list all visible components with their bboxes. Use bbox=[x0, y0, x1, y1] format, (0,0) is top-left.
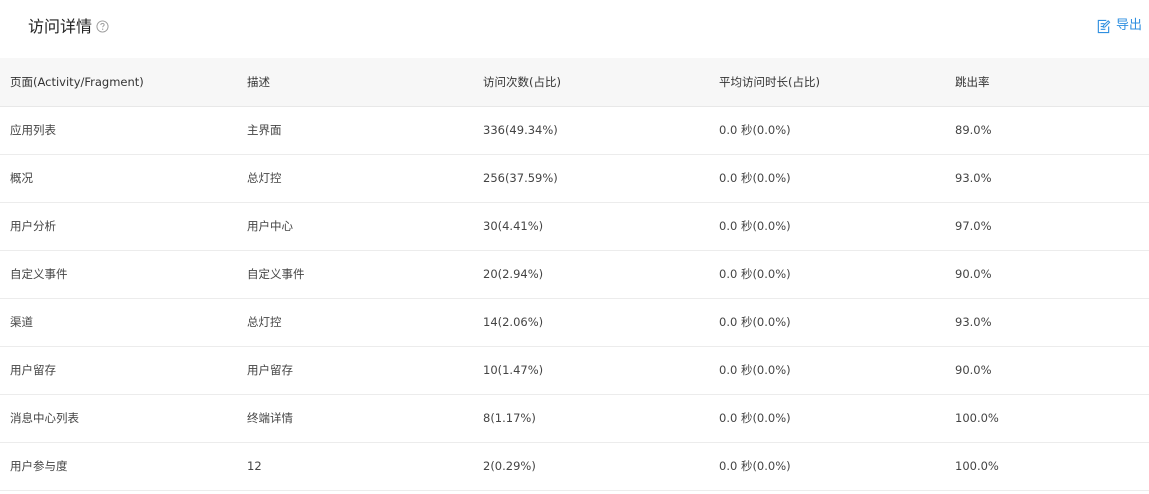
cell-page: 应用列表 bbox=[0, 106, 247, 155]
cell-bounce-rate: 100.0% bbox=[955, 442, 1149, 491]
cell-visits: 14(2.06%) bbox=[483, 298, 719, 347]
export-edit-icon bbox=[1097, 19, 1111, 33]
cell-bounce-rate: 93.0% bbox=[955, 298, 1149, 347]
column-header-description[interactable]: 描述 bbox=[247, 58, 483, 107]
cell-avg-duration: 0.0 秒(0.0%) bbox=[719, 106, 955, 155]
cell-bounce-rate: 90.0% bbox=[955, 250, 1149, 299]
export-label: 导出 bbox=[1115, 18, 1142, 33]
table-header-row: 页面(Activity/Fragment) 描述 访问次数(占比) 平均访问时长… bbox=[0, 58, 1149, 107]
export-button[interactable]: 导出 bbox=[1096, 17, 1142, 35]
cell-visits: 256(37.59%) bbox=[483, 154, 719, 203]
cell-description: 总灯控 bbox=[247, 154, 483, 203]
cell-description: 用户留存 bbox=[247, 346, 483, 395]
cell-visits: 10(1.47%) bbox=[483, 346, 719, 395]
cell-avg-duration: 0.0 秒(0.0%) bbox=[719, 346, 955, 395]
cell-page: 概况 bbox=[0, 154, 247, 203]
cell-avg-duration: 0.0 秒(0.0%) bbox=[719, 250, 955, 299]
column-header-page[interactable]: 页面(Activity/Fragment) bbox=[0, 58, 247, 107]
cell-page: 用户留存 bbox=[0, 346, 247, 395]
cell-bounce-rate: 100.0% bbox=[955, 394, 1149, 443]
cell-avg-duration: 0.0 秒(0.0%) bbox=[719, 442, 955, 491]
cell-visits: 336(49.34%) bbox=[483, 106, 719, 155]
panel-header: 访问详情 导出 bbox=[0, 0, 1149, 58]
cell-description: 12 bbox=[247, 442, 483, 491]
cell-visits: 8(1.17%) bbox=[483, 394, 719, 443]
table-row: 用户分析 用户中心 30(4.41%) 0.0 秒(0.0%) 97.0% bbox=[0, 202, 1149, 251]
cell-page: 用户分析 bbox=[0, 202, 247, 251]
cell-bounce-rate: 93.0% bbox=[955, 154, 1149, 203]
visit-detail-table: 页面(Activity/Fragment) 描述 访问次数(占比) 平均访问时长… bbox=[0, 58, 1149, 491]
column-header-bounce-rate[interactable]: 跳出率 bbox=[955, 58, 1149, 107]
cell-page: 自定义事件 bbox=[0, 250, 247, 299]
cell-visits: 30(4.41%) bbox=[483, 202, 719, 251]
column-header-visits[interactable]: 访问次数(占比) bbox=[483, 58, 719, 107]
question-circle-icon[interactable] bbox=[96, 20, 109, 33]
cell-description: 终端详情 bbox=[247, 394, 483, 443]
cell-bounce-rate: 97.0% bbox=[955, 202, 1149, 251]
cell-description: 自定义事件 bbox=[247, 250, 483, 299]
table-row: 自定义事件 自定义事件 20(2.94%) 0.0 秒(0.0%) 90.0% bbox=[0, 250, 1149, 299]
column-header-avg-duration[interactable]: 平均访问时长(占比) bbox=[719, 58, 955, 107]
cell-bounce-rate: 90.0% bbox=[955, 346, 1149, 395]
table-row: 用户留存 用户留存 10(1.47%) 0.0 秒(0.0%) 90.0% bbox=[0, 346, 1149, 395]
table-row: 渠道 总灯控 14(2.06%) 0.0 秒(0.0%) 93.0% bbox=[0, 298, 1149, 347]
table-row: 应用列表 主界面 336(49.34%) 0.0 秒(0.0%) 89.0% bbox=[0, 106, 1149, 155]
cell-page: 渠道 bbox=[0, 298, 247, 347]
cell-visits: 2(0.29%) bbox=[483, 442, 719, 491]
cell-avg-duration: 0.0 秒(0.0%) bbox=[719, 202, 955, 251]
table-row: 概况 总灯控 256(37.59%) 0.0 秒(0.0%) 93.0% bbox=[0, 154, 1149, 203]
cell-page: 消息中心列表 bbox=[0, 394, 247, 443]
cell-description: 总灯控 bbox=[247, 298, 483, 347]
cell-visits: 20(2.94%) bbox=[483, 250, 719, 299]
cell-description: 主界面 bbox=[247, 106, 483, 155]
cell-page: 用户参与度 bbox=[0, 442, 247, 491]
cell-avg-duration: 0.0 秒(0.0%) bbox=[719, 394, 955, 443]
cell-description: 用户中心 bbox=[247, 202, 483, 251]
cell-avg-duration: 0.0 秒(0.0%) bbox=[719, 298, 955, 347]
page-title: 访问详情 bbox=[28, 17, 93, 36]
cell-avg-duration: 0.0 秒(0.0%) bbox=[719, 154, 955, 203]
table-row: 消息中心列表 终端详情 8(1.17%) 0.0 秒(0.0%) 100.0% bbox=[0, 394, 1149, 443]
table-row: 用户参与度 12 2(0.29%) 0.0 秒(0.0%) 100.0% bbox=[0, 442, 1149, 491]
cell-bounce-rate: 89.0% bbox=[955, 106, 1149, 155]
